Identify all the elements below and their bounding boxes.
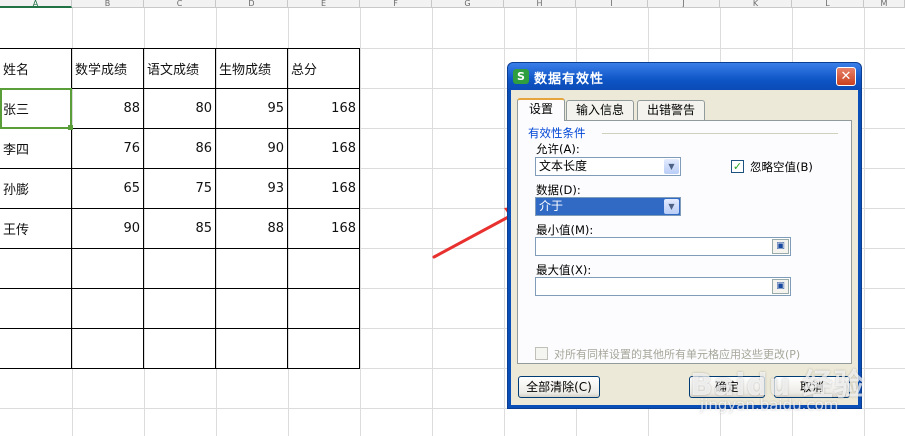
range-select-icon[interactable]: ▣ — [772, 279, 789, 294]
allow-select-value: 文本长度 — [539, 159, 588, 173]
ignore-blank-label[interactable]: 忽略空值(B) — [750, 159, 813, 175]
watermark-url: jingyan.baidu.com — [700, 396, 839, 414]
chevron-down-icon[interactable]: ▼ — [664, 199, 679, 214]
dialog-titlebar[interactable]: S 数据有效性 ✕ — [508, 63, 861, 90]
apply-all-checkbox[interactable] — [535, 347, 548, 360]
close-button[interactable]: ✕ — [836, 67, 856, 86]
ignore-blank-checkbox[interactable]: ✓ — [731, 160, 744, 173]
dialog-body: 设置 输入信息 出错警告 有效性条件 允许(A): 文本长度 ▼ ✓ 忽略空值(… — [511, 90, 858, 405]
tab-input-message[interactable]: 输入信息 — [566, 100, 634, 120]
data-validation-dialog: S 数据有效性 ✕ 设置 输入信息 出错警告 有效性条件 允许(A): 文本长度… — [508, 63, 861, 408]
settings-panel: 有效性条件 允许(A): 文本长度 ▼ ✓ 忽略空值(B) 数据(D): 介于 … — [517, 120, 852, 364]
group-divider — [602, 133, 838, 134]
allow-label: 允许(A): — [536, 142, 580, 156]
data-select[interactable]: 介于 ▼ — [535, 197, 681, 216]
minimum-label: 最小值(M): — [536, 223, 594, 237]
checkmark-icon: ✓ — [732, 160, 743, 173]
tab-error-alert[interactable]: 出错警告 — [637, 100, 705, 120]
clear-all-button[interactable]: 全部清除(C) — [518, 376, 600, 398]
close-icon: ✕ — [840, 69, 852, 84]
minimum-input[interactable]: ▣ — [535, 237, 791, 256]
app-s-icon: S — [513, 69, 529, 84]
range-select-icon[interactable]: ▣ — [772, 239, 789, 254]
maximum-input[interactable]: ▣ — [535, 277, 791, 296]
validation-criteria-title: 有效性条件 — [528, 126, 586, 140]
data-label: 数据(D): — [536, 183, 581, 197]
data-select-value: 介于 — [539, 199, 564, 213]
allow-select[interactable]: 文本长度 ▼ — [535, 157, 681, 176]
tab-settings[interactable]: 设置 — [517, 98, 565, 121]
chevron-down-icon[interactable]: ▼ — [664, 159, 679, 174]
dialog-title: 数据有效性 — [534, 72, 605, 87]
maximum-label: 最大值(X): — [536, 263, 592, 277]
